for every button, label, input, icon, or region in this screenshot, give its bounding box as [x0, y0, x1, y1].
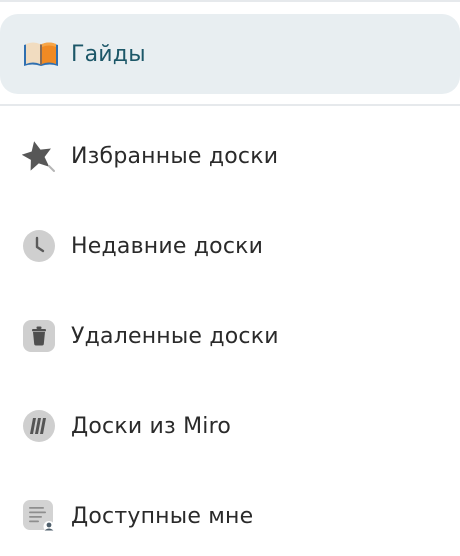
menu-item-recent[interactable]: Недавние доски: [0, 216, 460, 276]
menu-item-label: Удаленные доски: [71, 323, 279, 349]
menu-item-deleted[interactable]: Удаленные доски: [0, 306, 460, 366]
clock-icon: [22, 229, 56, 263]
open-book-icon: [22, 37, 60, 71]
menu-item-label: Избранные доски: [71, 143, 279, 169]
miro-icon: [22, 409, 56, 443]
sidebar-menu: Гайды Избранные доски Недавние доски Уда…: [0, 0, 460, 556]
menu-item-shared[interactable]: Доступные мне: [0, 486, 460, 546]
menu-item-label: Недавние доски: [71, 233, 264, 259]
star-icon: [22, 139, 56, 173]
menu-item-miro[interactable]: Доски из Miro: [0, 396, 460, 456]
shared-document-icon: [22, 499, 56, 533]
menu-item-label: Доступные мне: [71, 503, 254, 529]
section-divider: [0, 104, 460, 106]
top-divider: [0, 0, 460, 2]
menu-item-label: Гайды: [71, 41, 146, 67]
menu-item-label: Доски из Miro: [71, 413, 232, 439]
menu-item-favorites[interactable]: Избранные доски: [0, 126, 460, 186]
trash-icon: [22, 319, 56, 353]
menu-item-guides[interactable]: Гайды: [0, 14, 460, 94]
